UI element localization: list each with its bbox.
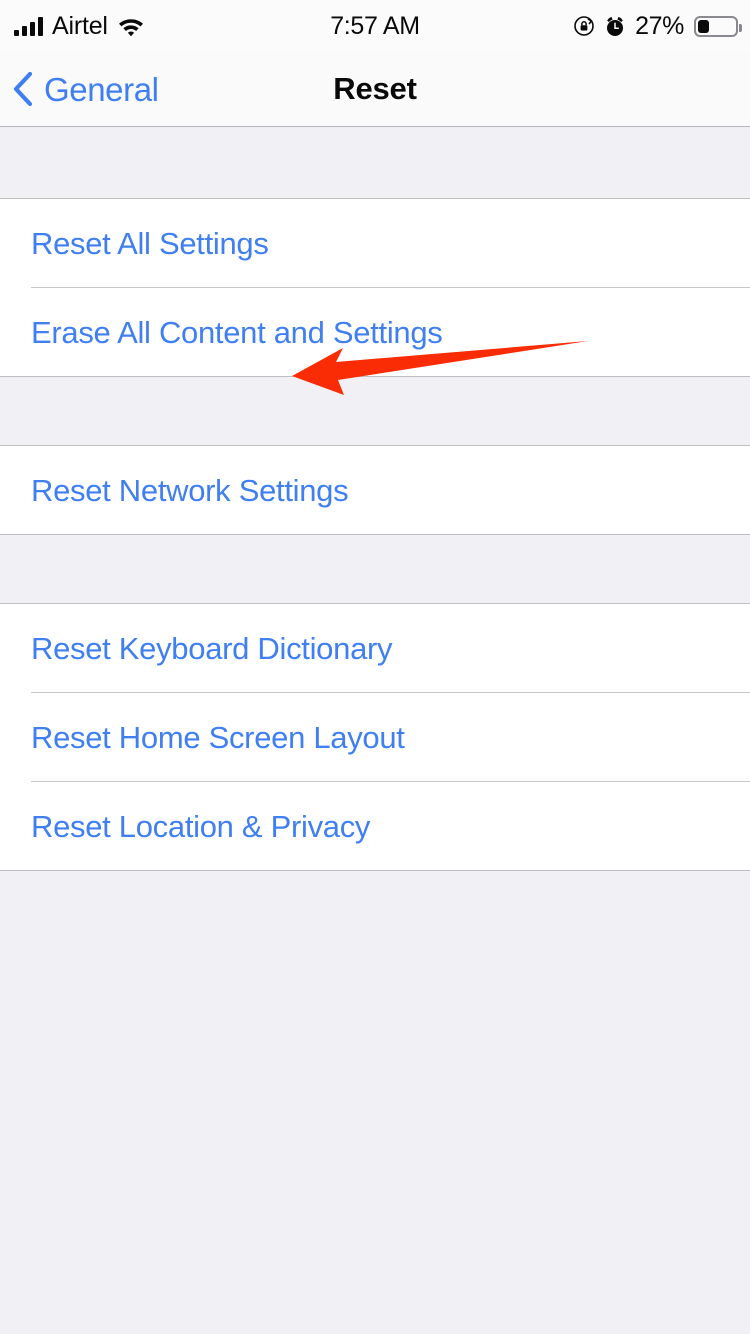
- list-bottom-filler: [0, 870, 750, 1210]
- list-item-label: Reset Location & Privacy: [31, 808, 371, 844]
- status-bar-clock: 7:57 AM: [330, 11, 420, 40]
- list-item-label: Reset Network Settings: [31, 472, 349, 508]
- status-bar-left: Airtel: [14, 0, 145, 52]
- list-item-reset-location-and-privacy[interactable]: Reset Location & Privacy: [0, 782, 750, 870]
- cellular-signal-icon: [14, 16, 43, 36]
- wifi-icon: [117, 15, 145, 37]
- rotation-lock-icon: [573, 15, 595, 37]
- list-item-reset-keyboard-dictionary[interactable]: Reset Keyboard Dictionary: [0, 604, 750, 692]
- battery-percentage-label: 27%: [635, 11, 684, 40]
- status-bar: Airtel 7:57 AM 27%: [0, 0, 750, 52]
- settings-group-1: Reset All Settings Erase All Content and…: [0, 199, 750, 376]
- list-item-label: Reset All Settings: [31, 225, 269, 261]
- alarm-clock-icon: [604, 15, 626, 38]
- list-gap-2: [0, 534, 750, 604]
- list-item-reset-network-settings[interactable]: Reset Network Settings: [0, 446, 750, 534]
- settings-group-2: Reset Network Settings: [0, 446, 750, 534]
- page-title: Reset: [333, 71, 417, 106]
- list-item-label: Reset Home Screen Layout: [31, 719, 405, 755]
- phone-screen: Airtel 7:57 AM 27% General Reset Reset A…: [0, 0, 750, 1334]
- list-item-reset-all-settings[interactable]: Reset All Settings: [0, 199, 750, 287]
- list-gap-top: [0, 127, 750, 199]
- list-gap-1: [0, 376, 750, 446]
- settings-list: Reset All Settings Erase All Content and…: [0, 127, 750, 1334]
- list-item-reset-home-screen-layout[interactable]: Reset Home Screen Layout: [0, 693, 750, 781]
- carrier-name: Airtel: [52, 11, 108, 40]
- navigation-bar: General Reset: [0, 52, 750, 127]
- battery-icon: [694, 15, 742, 37]
- settings-group-3: Reset Keyboard Dictionary Reset Home Scr…: [0, 604, 750, 870]
- list-item-label: Erase All Content and Settings: [31, 314, 443, 350]
- list-item-erase-all-content-and-settings[interactable]: Erase All Content and Settings: [0, 288, 750, 376]
- list-item-label: Reset Keyboard Dictionary: [31, 630, 393, 666]
- status-bar-right: 27%: [573, 0, 742, 52]
